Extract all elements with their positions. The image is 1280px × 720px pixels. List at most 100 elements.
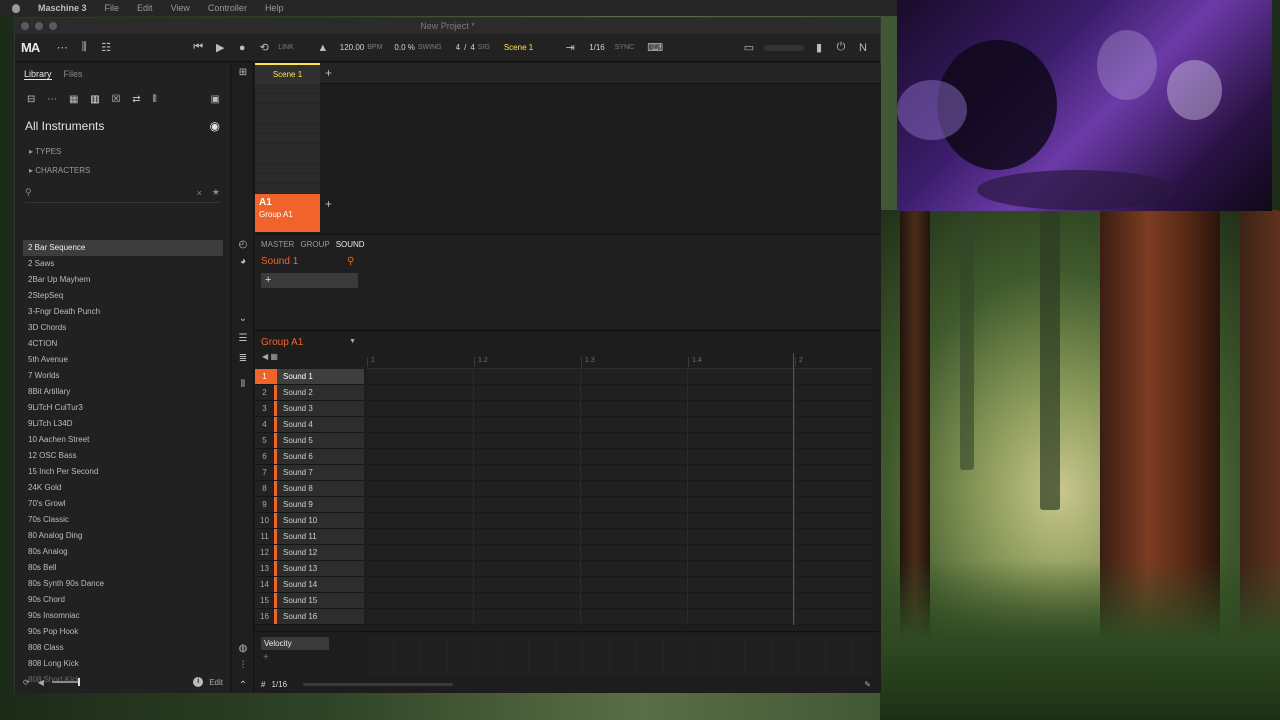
sound-row[interactable]: 16 Sound 16: [255, 609, 364, 625]
add-lane-button[interactable]: +: [263, 652, 269, 663]
grid-icon[interactable]: #: [261, 680, 265, 689]
add-group-button[interactable]: +: [325, 197, 332, 211]
library-result-item[interactable]: 8Bit Artillary: [23, 384, 223, 400]
keyboard-icon[interactable]: ⌨: [644, 41, 666, 54]
library-result-item[interactable]: 9LiTch L34D: [23, 416, 223, 432]
mute-speaker-icon[interactable]: ◀ ▦: [262, 352, 278, 361]
library-result-item[interactable]: 70s Classic: [23, 512, 223, 528]
pencil-icon[interactable]: ✎: [864, 680, 871, 689]
favorite-star-icon[interactable]: ★: [212, 187, 220, 198]
pattern-clip-area[interactable]: [255, 84, 320, 194]
sync-button[interactable]: SYNC: [615, 44, 634, 51]
tab-files[interactable]: Files: [64, 69, 83, 80]
clock-icon[interactable]: ◴: [237, 239, 249, 251]
library-result-item[interactable]: 15 Inch Per Second: [23, 464, 223, 480]
signature-numerator[interactable]: 4: [456, 43, 460, 52]
library-result-item[interactable]: 2 Bar Sequence: [23, 240, 223, 256]
sound-row[interactable]: 7 Sound 7: [255, 465, 364, 481]
kit-icon[interactable]: ⋯: [47, 94, 57, 105]
facet-characters[interactable]: ▸ CHARACTERS: [15, 166, 230, 175]
plugin-icon[interactable]: ◕: [237, 256, 249, 268]
instrument-icon[interactable]: ▥: [90, 94, 99, 105]
library-result-item[interactable]: 7 Worlds: [23, 368, 223, 384]
library-result-item[interactable]: 24K Gold: [23, 480, 223, 496]
timeline-ruler[interactable]: 1 1.2 1.3 1.4 2: [367, 353, 872, 369]
tempo-value[interactable]: 120.00: [340, 43, 364, 52]
loop-type-icon[interactable]: ⇄: [132, 94, 140, 105]
power-icon[interactable]: ⏻: [830, 41, 852, 54]
speaker-icon[interactable]: ◀: [38, 678, 44, 687]
signature-denominator[interactable]: 4: [470, 43, 474, 52]
step-grid[interactable]: [367, 369, 872, 625]
sound-row[interactable]: 11 Sound 11: [255, 529, 364, 545]
record-icon[interactable]: ●: [231, 42, 253, 54]
library-result-item[interactable]: 10 Aachen Street: [23, 432, 223, 448]
library-result-item[interactable]: 808 Long Kick: [23, 656, 223, 672]
maschine-logo[interactable]: MA: [21, 40, 40, 55]
library-result-item[interactable]: 80s Synth 90s Dance: [23, 576, 223, 592]
metronome-icon[interactable]: ▲: [312, 42, 334, 54]
sample-icon[interactable]: ▦: [69, 94, 78, 105]
tab-group[interactable]: GROUP: [300, 240, 329, 249]
library-result-item[interactable]: 808 Class: [23, 640, 223, 656]
apple-icon[interactable]: [12, 3, 20, 13]
tab-sound[interactable]: SOUND: [336, 240, 365, 249]
menu-controller[interactable]: Controller: [208, 3, 247, 13]
library-result-item[interactable]: 90s Pop Hook: [23, 624, 223, 640]
library-result-item[interactable]: 12 OSC Bass: [23, 448, 223, 464]
ni-logo-icon[interactable]: N: [852, 42, 874, 54]
menu-edit[interactable]: Edit: [137, 3, 153, 13]
menu-view[interactable]: View: [171, 3, 190, 13]
play-icon[interactable]: ▶: [209, 41, 231, 54]
library-result-item[interactable]: 2StepSeq: [23, 288, 223, 304]
info-icon[interactable]: i: [193, 677, 204, 687]
velocity-grid[interactable]: [367, 637, 872, 677]
sound-row[interactable]: 13 Sound 13: [255, 561, 364, 577]
effect-icon[interactable]: ☒: [111, 94, 120, 105]
scene-1-tab[interactable]: Scene 1: [255, 63, 320, 84]
facet-types[interactable]: ▸ TYPES: [15, 147, 230, 156]
sound-row[interactable]: 9 Sound 9: [255, 497, 364, 513]
library-result-item[interactable]: 80s Analog: [23, 544, 223, 560]
sound-row[interactable]: 4 Sound 4: [255, 417, 364, 433]
piano-roll-icon[interactable]: ≣: [237, 353, 249, 365]
pattern-group-name[interactable]: Group A1: [261, 337, 303, 348]
edit-button[interactable]: i Edit: [193, 677, 223, 687]
library-result-item[interactable]: 90s Chord: [23, 592, 223, 608]
one-shot-icon[interactable]: ⦀: [152, 94, 156, 105]
horizontal-scrollbar[interactable]: [303, 682, 454, 686]
library-result-item[interactable]: 5th Avenue: [23, 352, 223, 368]
tab-master[interactable]: MASTER: [261, 240, 294, 249]
library-result-item[interactable]: 3D Chords: [23, 320, 223, 336]
library-result-item[interactable]: 3-Fngr Death Punch: [23, 304, 223, 320]
pattern-view-icon[interactable]: ☰: [237, 333, 249, 345]
controller-icon[interactable]: ▭: [738, 41, 760, 54]
sound-row[interactable]: 5 Sound 5: [255, 433, 364, 449]
follow-icon[interactable]: ⇥: [559, 41, 581, 54]
user-icon[interactable]: ▣: [210, 94, 219, 105]
velocity-selector[interactable]: Velocity: [261, 637, 329, 650]
library-result-item[interactable]: 80s Bell: [23, 560, 223, 576]
eye-icon[interactable]: ◉: [210, 119, 220, 133]
sound-row[interactable]: 8 Sound 8: [255, 481, 364, 497]
link-button[interactable]: LINK: [278, 44, 294, 51]
refresh-icon[interactable]: ⟳: [23, 678, 30, 687]
sound-row[interactable]: 1 Sound 1: [255, 369, 364, 385]
more-menu-icon[interactable]: ⋯: [51, 41, 73, 54]
chevron-down-icon[interactable]: ▼: [349, 338, 356, 345]
library-search[interactable]: ⚲ × ★: [25, 187, 220, 203]
library-result-item[interactable]: 90s Insomniac: [23, 608, 223, 624]
sound-row[interactable]: 14 Sound 14: [255, 577, 364, 593]
menu-file[interactable]: File: [105, 3, 120, 13]
mixer-toggle-icon[interactable]: ☷: [95, 41, 117, 54]
library-result-item[interactable]: 4CTION: [23, 336, 223, 352]
add-scene-button[interactable]: +: [325, 66, 332, 80]
collapse-icon[interactable]: ⌄: [237, 313, 249, 325]
library-result-item[interactable]: 2Bar Up Mayhem: [23, 272, 223, 288]
add-plugin-button[interactable]: +: [261, 273, 358, 288]
library-result-item[interactable]: 9LiTcH CulTur3: [23, 400, 223, 416]
drum-grid-icon[interactable]: ⦀: [237, 379, 249, 391]
master-volume-slider[interactable]: [764, 44, 804, 51]
step-grid-value[interactable]: 1/16: [271, 680, 287, 689]
all-instruments-title[interactable]: All Instruments: [25, 119, 104, 133]
